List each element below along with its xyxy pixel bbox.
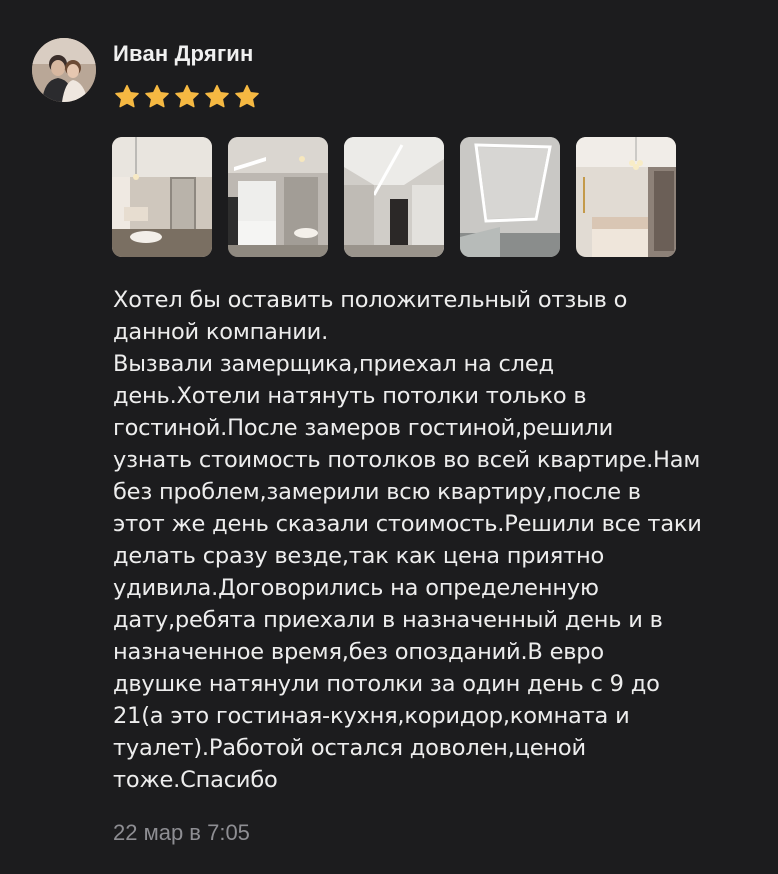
author-name[interactable]: Иван Дрягин	[113, 41, 254, 67]
living-room-photo[interactable]	[112, 137, 212, 257]
bedroom-photo[interactable]	[576, 137, 676, 257]
star-icon	[145, 84, 169, 108]
photo-gallery	[112, 137, 676, 257]
rating-stars	[113, 83, 261, 111]
avatar-image	[32, 38, 96, 102]
corridor-photo[interactable]	[344, 137, 444, 257]
avatar[interactable]	[32, 38, 96, 102]
review-card: Иван Дрягин Хотел бы оставить положитель…	[0, 0, 778, 874]
review-text: Хотел бы оставить положительный отзыв о …	[113, 287, 702, 793]
star-icon	[115, 84, 139, 108]
ceiling-lighting-photo[interactable]	[460, 137, 560, 257]
kitchen-photo[interactable]	[228, 137, 328, 257]
star-icon	[235, 84, 259, 108]
review-date[interactable]: 22 мар в 7:05	[113, 820, 250, 846]
star-icon	[205, 84, 229, 108]
star-icon	[175, 84, 199, 108]
